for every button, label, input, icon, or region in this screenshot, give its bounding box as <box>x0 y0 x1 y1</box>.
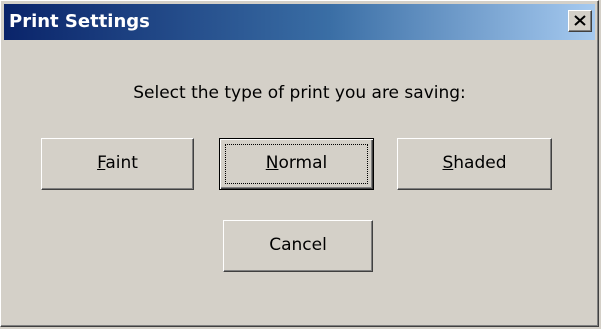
normal-button-label: Normal <box>266 153 328 173</box>
faint-button-label: Faint <box>97 153 138 173</box>
title-bar[interactable]: Print Settings <box>4 4 595 40</box>
shaded-rest: haded <box>453 153 507 173</box>
close-icon <box>574 15 586 26</box>
print-settings-dialog: Print Settings Select the type of print … <box>0 0 599 327</box>
faint-rest: aint <box>105 153 138 173</box>
close-button[interactable] <box>568 10 592 32</box>
prompt-text: Select the type of print you are saving: <box>133 83 466 103</box>
shaded-mnemonic: S <box>442 153 454 173</box>
normal-button[interactable]: Normal <box>219 138 374 190</box>
faint-button[interactable]: Faint <box>41 138 194 190</box>
cancel-button-label: Cancel <box>269 235 327 255</box>
cancel-button[interactable]: Cancel <box>223 220 373 272</box>
normal-mnemonic: N <box>265 153 279 173</box>
shaded-button-label: Shaded <box>442 153 506 173</box>
shaded-button[interactable]: Shaded <box>397 138 552 190</box>
normal-rest: ormal <box>278 153 328 173</box>
window-title: Print Settings <box>9 11 150 32</box>
